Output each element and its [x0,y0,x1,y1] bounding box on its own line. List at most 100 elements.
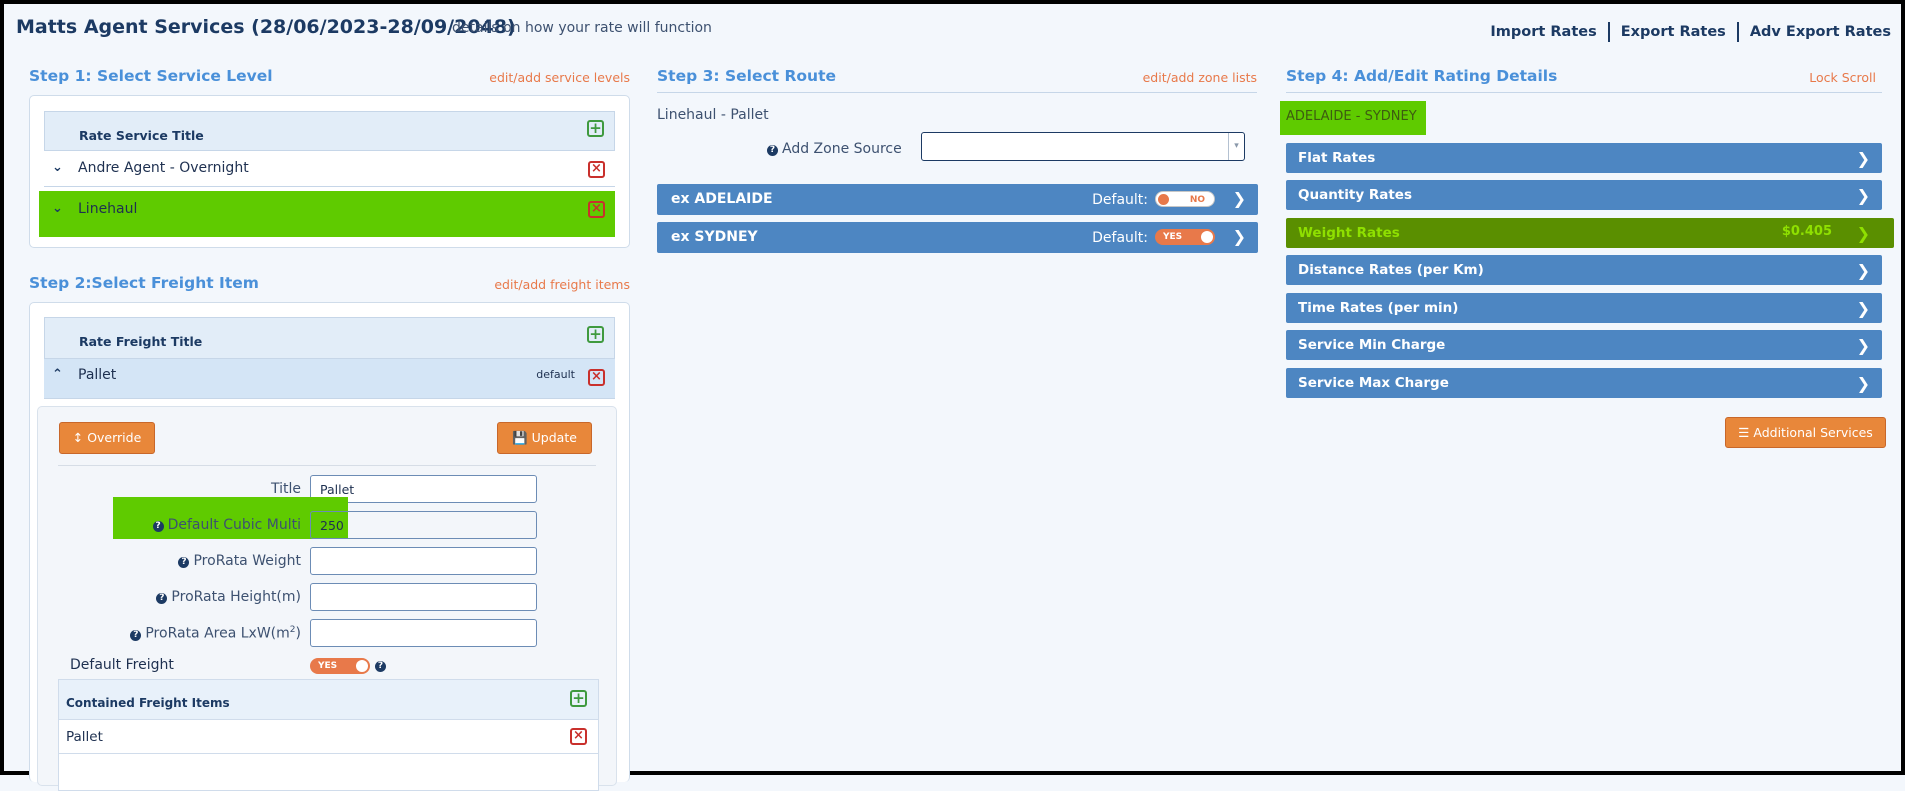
update-button[interactable]: 💾 Update [497,422,592,454]
edit-zone-lists-link[interactable]: edit/add zone lists [1143,70,1257,85]
zone-source-label: ? Add Zone Source [767,141,902,157]
prorata-weight-input[interactable] [310,547,537,575]
chevron-right-icon[interactable]: ❯ [1857,336,1870,355]
route-ex-sydney[interactable]: ex SYDNEY Default: YES ❯ [657,222,1258,253]
distance-rates-bar[interactable]: Distance Rates (per Km) ❯ [1286,255,1882,285]
help-icon[interactable]: ? [767,145,778,156]
prorata-height-row: ? ProRata Height(m) [38,583,616,611]
service-level-panel: Rate Service Title + ⌄ Andre Agent - Ove… [29,95,630,248]
service-max-charge-bar[interactable]: Service Max Charge ❯ [1286,368,1882,398]
prorata-area-row: ? ProRata Area LxW(m2) [38,619,616,647]
export-rates-link[interactable]: Export Rates [1610,24,1737,40]
chevron-right-icon[interactable]: ❯ [1857,261,1870,280]
chevron-right-icon[interactable]: ❯ [1857,374,1870,393]
service-min-charge-bar[interactable]: Service Min Charge ❯ [1286,330,1882,360]
default-toggle[interactable]: NO [1155,191,1215,207]
prorata-area-label: ? ProRata Area LxW(m2) [130,625,301,642]
freight-header-label: Rate Freight Title [79,334,203,349]
zone-source-select[interactable]: ▾ [921,132,1245,161]
toggle-knob [356,660,368,672]
contained-header: Contained Freight Items + [59,680,598,720]
rate-label: Service Max Charge [1298,375,1449,391]
save-icon: 💾 [512,430,528,445]
edit-freight-items-link[interactable]: edit/add freight items [494,277,630,292]
rate-label: Flat Rates [1298,150,1376,166]
contained-row[interactable]: Pallet × [59,720,598,754]
quantity-rates-bar[interactable]: Quantity Rates ❯ [1286,180,1882,210]
cubic-label-text: Default Cubic Multi [167,517,301,533]
divider [1286,92,1882,93]
prorata-weight-label-text: ProRata Weight [193,553,301,569]
help-icon[interactable]: ? [375,661,386,672]
default-toggle[interactable]: YES [1155,229,1215,245]
import-rates-link[interactable]: Import Rates [1479,24,1607,40]
contained-header-label: Contained Freight Items [66,696,230,710]
override-button[interactable]: ↕ Override [59,422,155,454]
page-title: Matts Agent Services (28/06/2023-28/09/2… [16,16,516,38]
additional-services-label: Additional Services [1753,425,1873,440]
step4-title: Step 4: Add/Edit Rating Details [1286,67,1558,85]
default-freight-row: Default Freight YES ? [38,655,616,675]
freight-table-header: Rate Freight Title + [44,317,615,359]
prorata-weight-row: ? ProRata Weight [38,547,616,575]
cubic-input[interactable]: 250 [310,511,537,539]
edit-service-levels-link[interactable]: edit/add service levels [489,70,630,85]
service-header-label: Rate Service Title [79,128,204,143]
flat-rates-bar[interactable]: Flat Rates ❯ [1286,143,1882,173]
chevron-right-icon[interactable]: ❯ [1857,149,1870,168]
chevron-right-icon[interactable]: ❯ [1233,189,1246,208]
delete-service-icon[interactable]: × [588,161,605,178]
step3-section: Step 3: Select Route edit/add zone lists… [657,67,1258,267]
default-freight-toggle[interactable]: YES [310,658,370,674]
freight-item-panel: Rate Freight Title + ⌃ Pallet default × … [29,302,630,791]
service-row-andre[interactable]: ⌄ Andre Agent - Overnight × [44,151,615,187]
cubic-row: ? Default Cubic Multi 250 [38,511,616,539]
service-row-label: Linehaul [78,201,138,217]
arrows-vertical-icon: ↕ [72,430,84,445]
route-ex-adelaide[interactable]: ex ADELAIDE Default: NO ❯ [657,184,1258,215]
add-contained-icon[interactable]: + [570,690,587,707]
step2-section: Step 2:Select Freight Item edit/add frei… [29,274,630,791]
freight-row-label: Pallet [78,367,117,383]
default-badge: default [536,368,575,381]
chevron-right-icon[interactable]: ❯ [1857,299,1870,318]
divider [58,465,596,466]
help-icon[interactable]: ? [178,557,190,568]
prorata-height-input[interactable] [310,583,537,611]
delete-freight-icon[interactable]: × [588,369,605,386]
prorata-height-label-text: ProRata Height(m) [171,589,301,605]
toggle-knob [1158,194,1169,205]
chevron-down-icon[interactable]: ⌄ [52,201,63,216]
help-icon[interactable]: ? [156,593,168,604]
lock-scroll-link[interactable]: Lock Scroll [1809,70,1876,85]
default-freight-label: Default Freight [70,657,174,673]
prorata-area-label-close: ) [295,625,301,642]
help-icon[interactable]: ? [152,521,164,532]
service-row-linehaul[interactable]: ⌄ Linehaul × [39,191,615,237]
weight-rates-bar[interactable]: Weight Rates $0.405 ❯ [1286,218,1894,248]
chevron-down-icon[interactable]: ▾ [1228,133,1244,160]
step1-section: Step 1: Select Service Level edit/add se… [29,67,630,252]
chevron-right-icon[interactable]: ❯ [1233,227,1246,246]
adv-export-rates-link[interactable]: Adv Export Rates [1739,24,1891,40]
rate-label: Distance Rates (per Km) [1298,262,1484,278]
help-icon[interactable]: ? [130,629,142,641]
additional-services-button[interactable]: ☰ Additional Services [1725,417,1886,448]
freight-row-pallet[interactable]: ⌃ Pallet default × [44,359,615,399]
page-subtitle-link[interactable]: details on how your rate will function [452,20,712,36]
time-rates-bar[interactable]: Time Rates (per min) ❯ [1286,293,1882,323]
chevron-down-icon[interactable]: ⌄ [52,160,63,175]
prorata-area-input[interactable] [310,619,537,647]
delete-service-icon[interactable]: × [588,201,605,218]
chevron-up-icon[interactable]: ⌃ [52,367,63,382]
chevron-right-icon[interactable]: ❯ [1857,186,1870,205]
prorata-weight-label: ? ProRata Weight [178,553,301,569]
chevron-right-icon[interactable]: ❯ [1857,224,1870,243]
add-freight-icon[interactable]: + [587,326,604,343]
header-links: Import Rates Export Rates Adv Export Rat… [1479,22,1891,42]
add-service-icon[interactable]: + [587,120,604,137]
toggle-text: YES [1163,232,1183,242]
delete-contained-icon[interactable]: × [570,728,587,745]
prorata-height-label: ? ProRata Height(m) [156,589,301,605]
step4-section: Step 4: Add/Edit Rating Details Lock Scr… [1280,67,1894,457]
